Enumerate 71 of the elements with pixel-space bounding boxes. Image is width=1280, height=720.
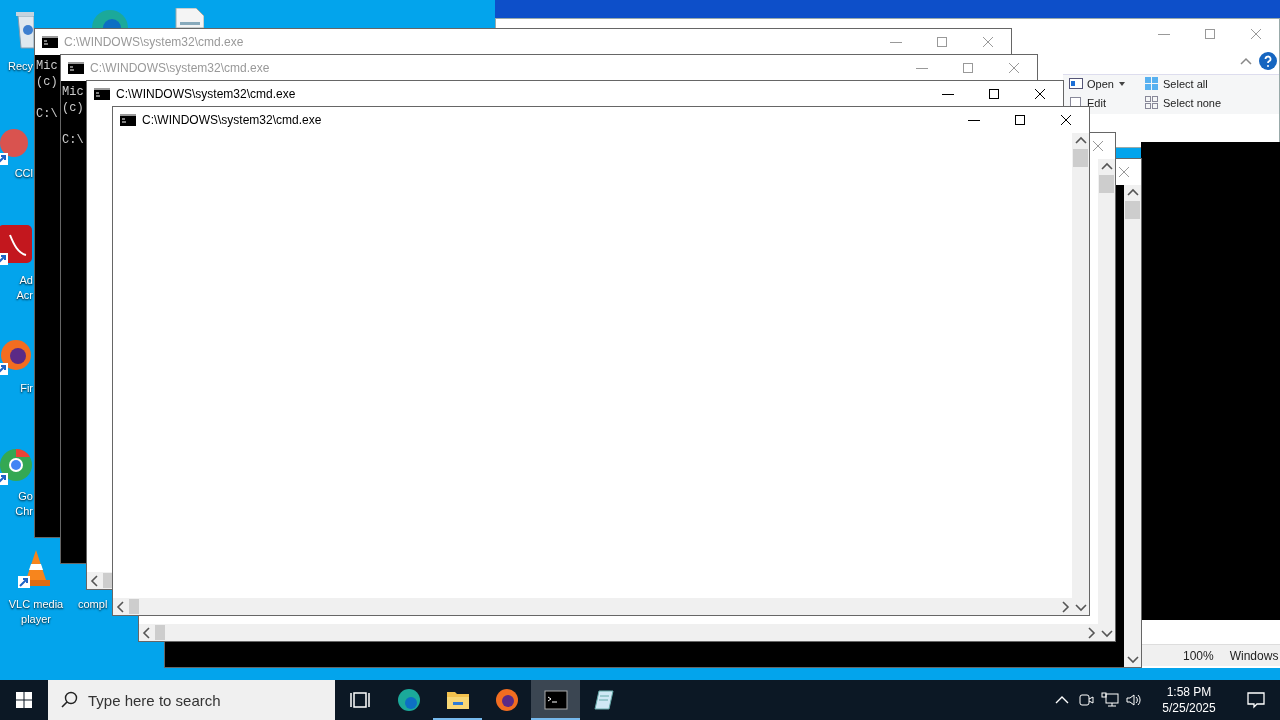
window-title: C:\WINDOWS\system32\cmd.exe bbox=[142, 112, 322, 129]
clock[interactable]: 1:58 PM 5/25/2025 bbox=[1146, 680, 1232, 720]
icon-label[interactable]: Chr bbox=[15, 504, 33, 519]
icon-label[interactable]: Go bbox=[18, 489, 33, 504]
network-icon bbox=[1101, 691, 1119, 709]
horizontal-scrollbar[interactable] bbox=[113, 598, 1073, 615]
horizontal-scrollbar[interactable] bbox=[87, 572, 113, 589]
icon-label[interactable]: CCl bbox=[14, 166, 33, 181]
close-icon bbox=[1250, 28, 1262, 40]
console-icon bbox=[68, 62, 84, 74]
notepad-icon bbox=[592, 688, 617, 712]
vertical-scrollbar[interactable] bbox=[1072, 133, 1089, 615]
browser-icon bbox=[396, 688, 421, 712]
console-icon bbox=[543, 688, 568, 712]
chevron-up-icon[interactable] bbox=[1239, 56, 1253, 66]
pdf-reader-icon[interactable] bbox=[0, 225, 34, 265]
select-all-icon bbox=[1145, 77, 1159, 90]
vertical-scrollbar[interactable] bbox=[1124, 185, 1141, 667]
close-icon bbox=[982, 36, 994, 48]
console-text: Mic bbox=[36, 58, 58, 74]
taskbar-button[interactable] bbox=[531, 680, 580, 720]
scroll-thumb[interactable] bbox=[1073, 149, 1088, 167]
open-icon bbox=[1069, 77, 1083, 90]
speaker-icon bbox=[1125, 691, 1143, 709]
search-field[interactable]: Type here to search bbox=[48, 680, 335, 720]
ribbon-button[interactable]: Select all bbox=[1145, 76, 1208, 91]
ribbon-button[interactable]: Select none bbox=[1145, 95, 1222, 110]
close-icon bbox=[1034, 88, 1046, 100]
maximize-icon bbox=[936, 36, 948, 48]
maximize-icon bbox=[1204, 28, 1216, 40]
help-icon[interactable] bbox=[1259, 52, 1277, 70]
icon-label[interactable]: Acr bbox=[16, 288, 33, 303]
recycle-bin-icon[interactable] bbox=[16, 10, 34, 50]
console-icon bbox=[120, 114, 136, 126]
icon-label[interactable]: VLC media bbox=[8, 597, 64, 612]
window-title: C:\WINDOWS\system32\cmd.exe bbox=[64, 34, 244, 51]
console-text: (c) bbox=[36, 74, 58, 90]
console-text: (c) bbox=[62, 100, 84, 116]
ribbon-button[interactable]: Open bbox=[1069, 76, 1126, 91]
scroll-thumb[interactable] bbox=[129, 599, 139, 614]
status-text: 100% bbox=[1183, 647, 1214, 665]
maximize-icon bbox=[962, 62, 974, 74]
maximize-icon bbox=[1014, 114, 1026, 126]
console-icon bbox=[42, 36, 58, 48]
horizontal-scrollbar[interactable] bbox=[139, 624, 1099, 641]
scroll-thumb[interactable] bbox=[155, 625, 165, 640]
search-icon bbox=[60, 691, 78, 709]
scroll-thumb[interactable] bbox=[1125, 201, 1140, 219]
window-title: C:\WINDOWS\system32\cmd.exe bbox=[116, 86, 296, 103]
select-none-icon bbox=[1145, 96, 1159, 109]
scroll-thumb[interactable] bbox=[103, 573, 113, 588]
console-text: Mic bbox=[62, 84, 84, 100]
camera-icon bbox=[1077, 691, 1095, 709]
icon-label[interactable]: Recy bbox=[7, 59, 33, 74]
icon-label[interactable]: player bbox=[21, 612, 51, 627]
console-text: C:\ bbox=[36, 106, 58, 122]
window-title: C:\WINDOWS\system32\cmd.exe bbox=[90, 60, 270, 77]
icon-label[interactable]: compl bbox=[78, 597, 108, 612]
scroll-thumb[interactable] bbox=[1099, 175, 1114, 193]
icon-label[interactable]: Fir bbox=[20, 381, 33, 396]
windows-logo-icon bbox=[16, 692, 32, 708]
console-text: C:\ bbox=[62, 132, 84, 148]
maximize-icon bbox=[988, 88, 1000, 100]
status-text: Windows bbox=[1229, 647, 1279, 665]
notification-icon bbox=[1246, 690, 1266, 710]
close-icon bbox=[1008, 62, 1020, 74]
close-icon bbox=[1060, 114, 1072, 126]
icon-label[interactable]: Ad bbox=[19, 273, 33, 288]
console-icon bbox=[94, 88, 110, 100]
browser-icon bbox=[494, 688, 519, 712]
vertical-scrollbar[interactable] bbox=[1098, 159, 1115, 641]
